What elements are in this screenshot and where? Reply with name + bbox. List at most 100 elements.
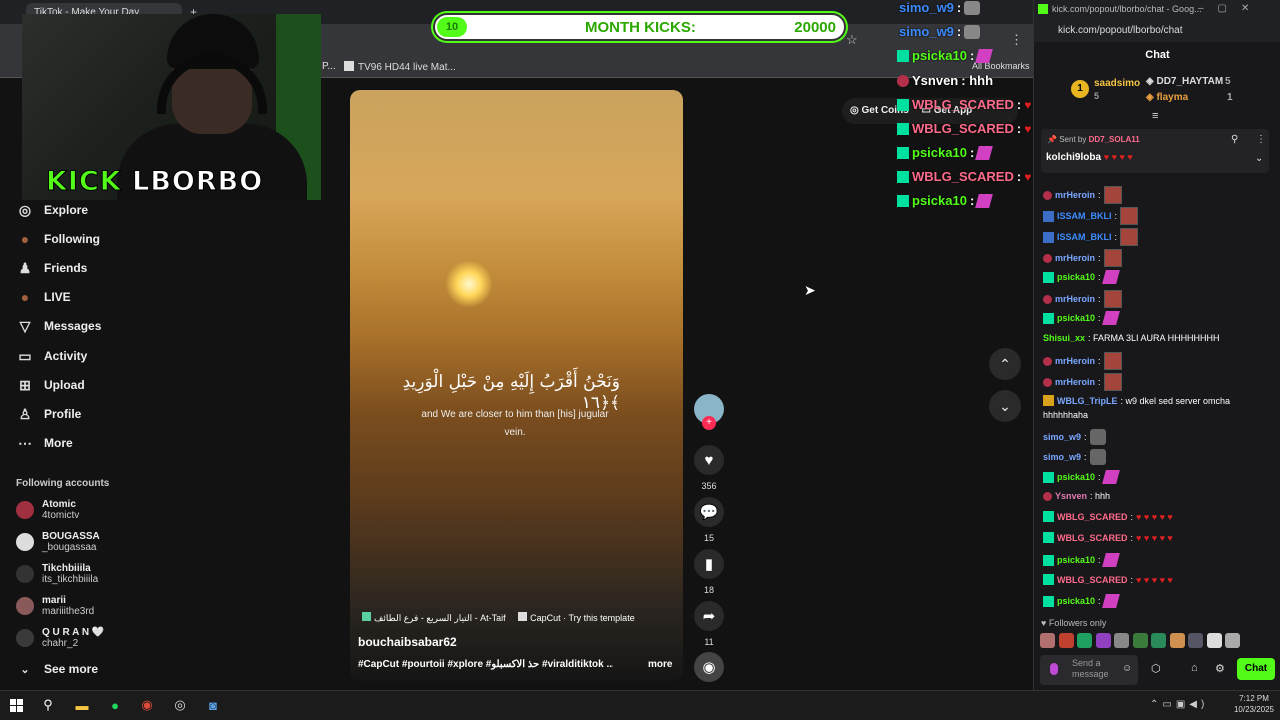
account-name: Atomic (42, 499, 76, 510)
chat-username[interactable]: psicka10 (1057, 555, 1095, 565)
spotify-icon[interactable]: ● (105, 695, 125, 715)
see-more-button[interactable]: ⌄ See more (16, 660, 98, 678)
following-account[interactable]: Q U R A N 🤍 chahr_2 (16, 627, 104, 649)
nav-item-activity[interactable]: ▭ Activity (16, 347, 87, 365)
chat-username[interactable]: mrHeroin (1055, 294, 1095, 304)
nav-item-following[interactable]: ● Following (16, 230, 100, 248)
comment-action[interactable]: 💬 15 (694, 497, 724, 543)
capcut-link[interactable]: CapCut · Try this template (530, 613, 635, 623)
quick-emote-icon[interactable] (1188, 633, 1203, 648)
clock[interactable]: 7:12 PM 10/23/2025 (1232, 693, 1276, 715)
chat-username[interactable]: ISSAM_BKLI (1057, 211, 1112, 221)
bookmark-item[interactable]: TV96 HD44 live Mat... (344, 61, 456, 73)
bookmark-item[interactable]: P... (322, 61, 336, 72)
pinned-menu-icon[interactable]: ⋮ (1256, 134, 1266, 145)
nav-item-friends[interactable]: ♟ Friends (16, 259, 88, 277)
quick-emote-icon[interactable] (1114, 633, 1129, 648)
share-link-icon[interactable]: ⬡ (1151, 662, 1161, 675)
chat-username[interactable]: mrHeroin (1055, 190, 1095, 200)
account-text: BOUGASSA _bougassaa (42, 531, 100, 553)
quick-emote-icon[interactable] (1169, 633, 1185, 648)
chat-username[interactable]: simo_w9 (1043, 432, 1081, 442)
chat-filter-icon[interactable]: ≡ (1152, 110, 1158, 122)
quick-emote-icon[interactable] (1040, 633, 1055, 648)
quick-emote-icon[interactable] (1132, 633, 1148, 648)
system-tray-icons[interactable]: ⌃▭▣◀) (1150, 699, 1208, 710)
chrome-icon[interactable]: ◉ (137, 695, 157, 715)
chevron-down-icon[interactable]: ⌄ (1255, 153, 1263, 164)
following-account[interactable]: Tikchbiiila its_tikchbiiila (16, 563, 98, 585)
follow-plus-icon[interactable]: + (702, 416, 716, 430)
chevron-up-icon: ⌃ (999, 355, 1011, 372)
music-disc[interactable]: ◉ (694, 652, 724, 682)
like-action[interactable]: ♥ 356 (694, 445, 724, 491)
chat-input[interactable]: Send a message ☺ (1040, 655, 1138, 685)
chat-username[interactable]: mrHeroin (1055, 356, 1095, 366)
chat-username[interactable]: ISSAM_BKLI (1057, 232, 1112, 242)
settings-icon[interactable]: ⚙ (1215, 662, 1225, 675)
quick-emote-icon[interactable] (1095, 633, 1111, 648)
chat-username[interactable]: psicka10 (1057, 272, 1095, 282)
nav-item-profile[interactable]: ♙ Profile (16, 405, 82, 423)
quick-emote-icon[interactable] (1151, 633, 1166, 648)
following-account[interactable]: BOUGASSA _bougassaa (16, 531, 100, 553)
menu-dots-icon[interactable]: ⋮ (1010, 32, 1023, 48)
quick-emote-icon[interactable] (1058, 633, 1074, 648)
kick-favicon-icon (1038, 4, 1048, 14)
creator-avatar[interactable]: + (694, 394, 724, 430)
chat-username[interactable]: WBLG_SCARED (1057, 575, 1128, 585)
chat-username[interactable]: mrHeroin (1055, 253, 1095, 263)
music-label[interactable]: التيار السريع - فرع الطائف - At-Taif (374, 613, 506, 623)
quick-emote-icon[interactable] (1077, 633, 1092, 648)
app-icon[interactable]: ◙ (203, 695, 223, 715)
chat-message: simo_w9: (1043, 449, 1106, 465)
leaderboard-user[interactable]: ◈ DD7_HAYTAM (1146, 76, 1223, 87)
mic-icon[interactable] (1050, 663, 1058, 675)
chat-username[interactable]: psicka10 (1057, 472, 1095, 482)
messages-icon: ▽ (19, 317, 31, 334)
overlay-chat-user: WBLG_SCARED (912, 121, 1014, 136)
chat-username[interactable]: Ysnven (1055, 491, 1087, 501)
video-author[interactable]: bouchaibsabar62 (358, 635, 457, 649)
chat-username[interactable]: psicka10 (1057, 596, 1095, 606)
share-action[interactable]: ➦ 11 (694, 601, 724, 647)
send-chat-button[interactable]: Chat (1237, 658, 1275, 680)
window-controls[interactable]: –▢✕ (1198, 3, 1263, 14)
chat-username[interactable]: WBLG_SCARED (1057, 533, 1128, 543)
pinned-text: kolchi9loba ♥ ♥ ♥ ♥ (1046, 152, 1133, 163)
chat-username[interactable]: Shisui_xx (1043, 333, 1085, 343)
chat-username[interactable]: mrHeroin (1055, 377, 1095, 387)
pinned-message-text: kolchi9loba (1046, 152, 1102, 163)
more-link[interactable]: more (648, 659, 672, 670)
store-icon[interactable]: ⌂ (1191, 662, 1198, 674)
next-video-button[interactable]: ⌄ (989, 390, 1021, 422)
pin-toggle-icon[interactable]: ⚲ (1231, 134, 1238, 145)
overlay-chat-user: simo_w9 (899, 0, 954, 15)
leaderboard-user[interactable]: saadsimo (1094, 78, 1140, 89)
video-hashtags[interactable]: #CapCut #pourtoii #xplore #حذ الاكسبلو #… (358, 659, 613, 670)
save-action[interactable]: ▮ 18 (694, 549, 724, 595)
chat-username[interactable]: psicka10 (1057, 313, 1095, 323)
file-explorer-icon[interactable]: ▬ (72, 695, 92, 715)
chat-username[interactable]: WBLG_SCARED (1057, 512, 1128, 522)
nav-item-live[interactable]: ● LIVE (16, 288, 71, 306)
chat-username[interactable]: simo_w9 (1043, 452, 1081, 462)
following-account[interactable]: marii mariiithe3rd (16, 595, 94, 617)
obs-icon[interactable]: ◎ (170, 695, 190, 715)
nav-item-explore[interactable]: ◎ Explore (16, 201, 88, 219)
prev-video-button[interactable]: ⌃ (989, 348, 1021, 380)
account-name: BOUGASSA (42, 531, 100, 542)
leaderboard-user[interactable]: ◈ flayma (1146, 92, 1188, 103)
search-icon[interactable]: ⚲ (38, 695, 58, 715)
emoji-icon[interactable]: ☺ (1122, 663, 1132, 674)
quick-emote-icon[interactable] (1225, 633, 1240, 648)
star-icon[interactable]: ☆ (846, 32, 858, 48)
following-account[interactable]: Atomic 4tomictv (16, 499, 79, 521)
nav-item-messages[interactable]: ▽ Messages (16, 317, 102, 335)
chat-username[interactable]: WBLG_TripLE (1057, 396, 1118, 406)
nav-item-upload[interactable]: ⊞ Upload (16, 376, 85, 394)
quick-emote-icon[interactable] (1206, 633, 1222, 648)
windows-start-icon[interactable] (6, 695, 26, 715)
chat-text: : (1084, 432, 1087, 442)
nav-item-more[interactable]: ⋯ More (16, 434, 73, 452)
